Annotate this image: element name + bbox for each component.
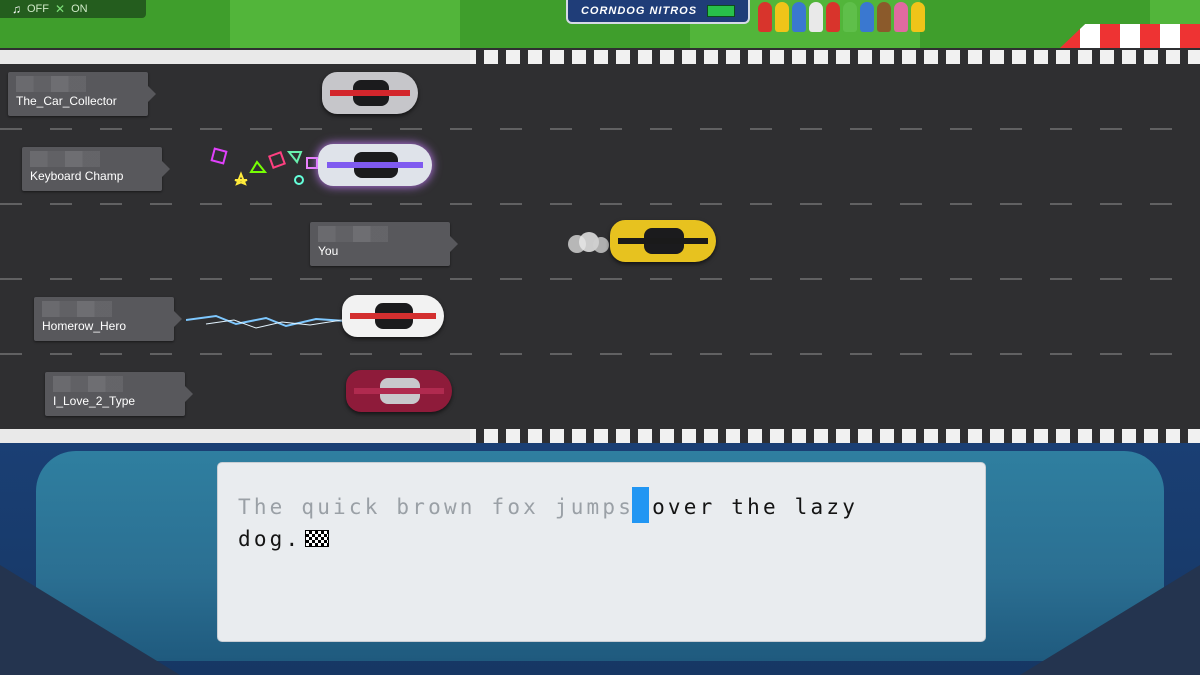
typing-line-2: dog. xyxy=(238,527,330,551)
lane-divider xyxy=(0,353,1200,355)
racer-car xyxy=(342,295,444,337)
music-state[interactable]: OFF xyxy=(27,3,49,15)
avatar-placeholder xyxy=(53,376,123,392)
sound-state[interactable]: ON xyxy=(71,3,88,15)
sponsor-banner: CORNDOG NITROS xyxy=(566,0,750,24)
lightning-trail xyxy=(186,314,346,329)
spectator-figure xyxy=(826,2,840,32)
track-border-bottom xyxy=(0,429,1200,443)
spectator-figure xyxy=(775,2,789,32)
avatar-placeholder xyxy=(318,226,388,242)
racer-car xyxy=(318,144,432,186)
race-track: The_Car_Collector Keyboard Champ You Hom… xyxy=(0,48,1200,443)
x-icon[interactable]: ✕ xyxy=(55,2,65,16)
track-curb xyxy=(1060,24,1200,48)
spectator-figure xyxy=(792,2,806,32)
spectator-figure xyxy=(877,2,891,32)
spectator-figure xyxy=(843,2,857,32)
typing-cursor xyxy=(632,487,650,523)
checkered-flag-icon xyxy=(305,530,330,547)
racer-tag: The_Car_Collector xyxy=(8,72,156,116)
racer-name: Keyboard Champ xyxy=(30,169,124,183)
racer-tag: I_Love_2_Type xyxy=(45,372,193,416)
confetti-trail xyxy=(210,147,318,186)
racer-name: The_Car_Collector xyxy=(16,94,117,108)
remaining-text: over the lazy xyxy=(652,495,859,519)
avatar-placeholder xyxy=(42,301,112,317)
player-car xyxy=(610,220,716,262)
racer-name: I_Love_2_Type xyxy=(53,394,136,408)
track-border-top xyxy=(0,50,1200,64)
grass-header: ♫ OFF ✕ ON CORNDOG NITROS xyxy=(0,0,1200,48)
racer-tag: You xyxy=(310,222,458,266)
music-note-icon[interactable]: ♫ xyxy=(12,2,21,16)
racer-tag: Homerow_Hero xyxy=(34,297,182,341)
racer-car xyxy=(322,72,418,114)
spectator-figure xyxy=(860,2,874,32)
lane-divider xyxy=(0,278,1200,280)
sponsor-text: CORNDOG NITROS xyxy=(580,5,698,17)
scoreboard-led xyxy=(707,5,736,17)
typing-line-1: The quick brown fox jumps over the lazy xyxy=(238,487,858,523)
sound-controls[interactable]: ♫ OFF ✕ ON xyxy=(0,0,146,18)
avatar-placeholder xyxy=(30,151,100,167)
lane-divider xyxy=(0,203,1200,205)
lane-divider xyxy=(0,128,1200,130)
avatar-placeholder xyxy=(16,76,86,92)
typed-text: The quick brown fox jumps xyxy=(238,495,635,519)
typing-area[interactable]: The quick brown fox jumps over the lazy d… xyxy=(218,463,985,641)
spectators xyxy=(758,0,926,32)
racer-name: You xyxy=(318,244,339,258)
spectator-figure xyxy=(911,2,925,32)
racer-name: Homerow_Hero xyxy=(42,319,127,333)
remaining-text-end: dog. xyxy=(238,527,302,551)
spectator-figure xyxy=(809,2,823,32)
racer-tag: Keyboard Champ xyxy=(22,147,170,191)
spectator-figure xyxy=(758,2,772,32)
smoke-trail xyxy=(568,232,609,253)
spectator-figure xyxy=(894,2,908,32)
racer-car xyxy=(346,370,452,412)
